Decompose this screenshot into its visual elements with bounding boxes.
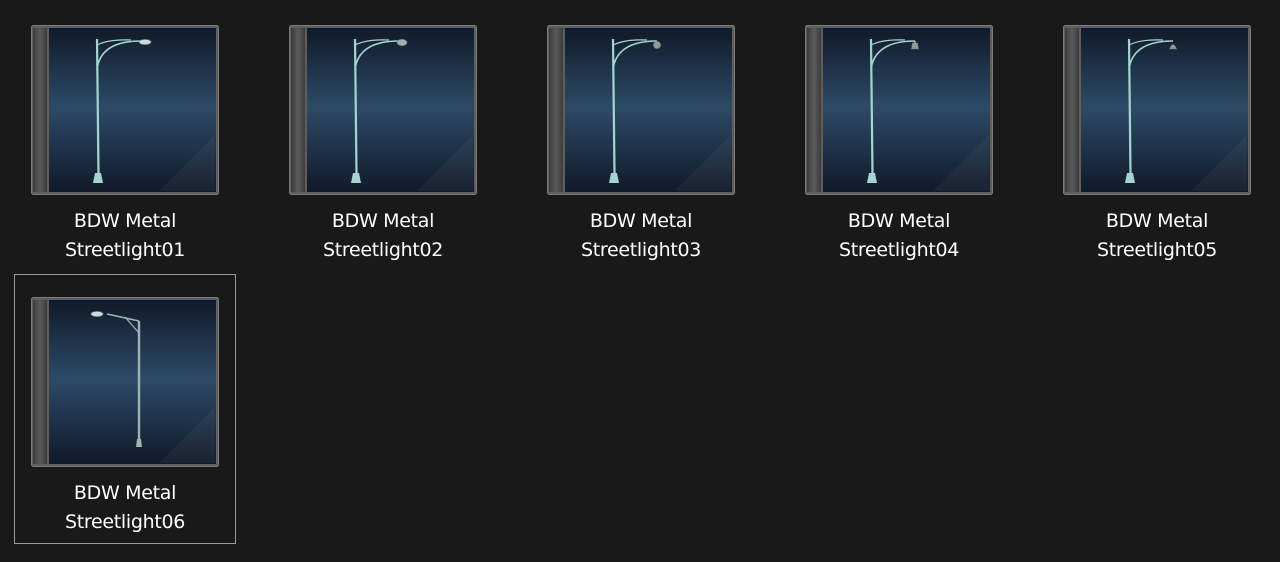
thumbnail [31, 297, 219, 467]
file-name-line1: BDW Metal [73, 210, 177, 232]
thumbnail [31, 25, 219, 195]
thumbnail [805, 25, 993, 195]
thumbnail [1063, 25, 1251, 195]
file-name-line2: Streetlight05 [1096, 239, 1218, 261]
file-name-label: BDW Metal Streetlight04 [789, 207, 1009, 265]
file-item-streetlight01[interactable]: BDW Metal Streetlight01 [14, 2, 236, 272]
streetlight-preview-image [289, 25, 477, 195]
file-grid: BDW Metal Streetlight01 BDW Metal Street… [0, 0, 1280, 562]
file-item-streetlight02[interactable]: BDW Metal Streetlight02 [272, 2, 494, 272]
streetlight-preview-image [1063, 25, 1251, 195]
file-name-line1: BDW Metal [589, 210, 693, 232]
thumbnail [289, 25, 477, 195]
file-name-line2: Streetlight02 [322, 239, 444, 261]
file-name-line2: Streetlight01 [64, 239, 186, 261]
file-name-label: BDW Metal Streetlight06 [15, 479, 235, 537]
streetlight-preview-image [31, 297, 219, 467]
file-name-line1: BDW Metal [847, 210, 951, 232]
file-item-streetlight04[interactable]: BDW Metal Streetlight04 [788, 2, 1010, 272]
file-name-label: BDW Metal Streetlight01 [15, 207, 235, 265]
streetlight-preview-image [31, 25, 219, 195]
file-name-line2: Streetlight06 [64, 511, 186, 533]
thumbnail [547, 25, 735, 195]
file-item-streetlight06[interactable]: BDW Metal Streetlight06 [14, 274, 236, 544]
file-name-label: BDW Metal Streetlight03 [531, 207, 751, 265]
file-name-line2: Streetlight03 [580, 239, 702, 261]
file-name-label: BDW Metal Streetlight05 [1047, 207, 1267, 265]
file-name-label: BDW Metal Streetlight02 [273, 207, 493, 265]
file-name-line2: Streetlight04 [838, 239, 960, 261]
file-name-line1: BDW Metal [1105, 210, 1209, 232]
file-name-line1: BDW Metal [331, 210, 435, 232]
file-item-streetlight03[interactable]: BDW Metal Streetlight03 [530, 2, 752, 272]
streetlight-preview-image [805, 25, 993, 195]
streetlight-preview-image [547, 25, 735, 195]
file-item-streetlight05[interactable]: BDW Metal Streetlight05 [1046, 2, 1268, 272]
file-name-line1: BDW Metal [73, 482, 177, 504]
